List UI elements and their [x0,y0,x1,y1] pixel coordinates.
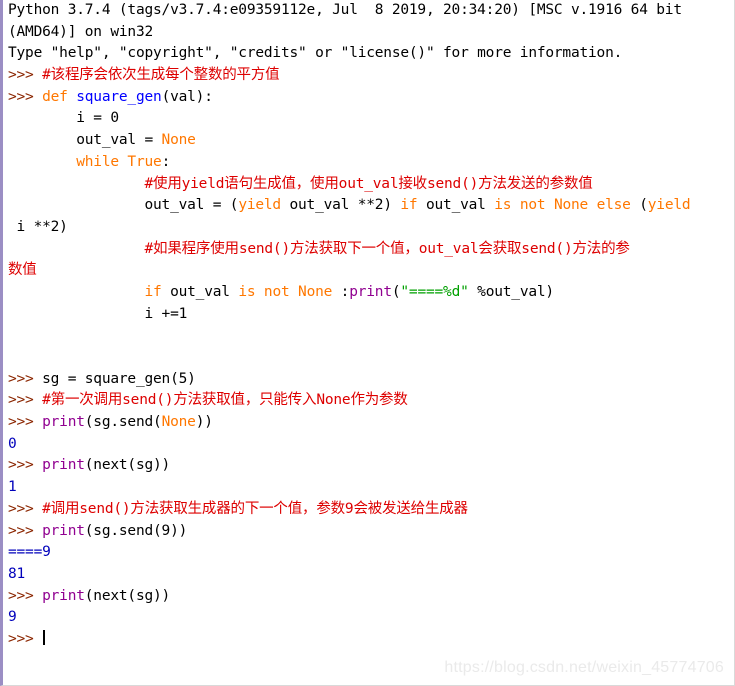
token-plain: : [332,283,350,300]
token-comment: #第一次调用send()方法获取值，只能传入None作为参数 [42,392,408,409]
token-keyword: is not None [238,283,333,300]
token-builtin: print [42,587,85,604]
token-builtin: print [42,522,85,539]
token-output: 1 [8,479,17,496]
input-i-increment: i +=1 [3,304,734,326]
token-plain: out_val **2) [280,197,401,214]
token-keyword: None [161,132,196,149]
token-plain: i +=1 [8,305,188,322]
input-def-square-gen: >>> def square_gen(val): [3,87,734,109]
input-print-next-2: >>> print(next(sg)) [3,586,734,608]
token-output: ====9 [8,544,51,561]
token-prompt: >>> [8,370,43,387]
token-output: 81 [8,565,26,582]
token-string: "====%d" [400,283,469,300]
token-builtin: print [42,414,85,431]
token-plain: Python 3.7.4 (tags/v3.7.4:e09359112e, Ju… [8,2,682,18]
token-plain: (next(sg)) [84,587,171,604]
input-comment-intro: >>> #该程序会依次生成每个整数的平方值 [3,65,734,87]
token-prompt: >>> [8,88,43,105]
input-comment-send-nine: >>> #调用send()方法获取生成器的下一个值，参数9会被发送给生成器 [3,499,734,521]
token-prompt: >>> [8,587,43,604]
token-comment: 数值 [8,262,37,279]
python-shell-window[interactable]: Python 3.7.4 (tags/v3.7.4:e09359112e, Ju… [0,0,735,686]
token-prompt: >>> [8,67,43,84]
input-if-print: if out_val is not None :print("====%d" %… [3,282,734,304]
output-eightyone: 81 [3,564,734,586]
text-cursor [43,629,46,645]
token-prompt: >>> [8,414,43,431]
token-comment: #使用yield语句生成值，使用out_val接收send()方法发送的参数值 [144,175,593,192]
token-plain: out_val = ( [8,197,239,214]
token-comment: #该程序会依次生成每个整数的平方值 [42,67,280,84]
token-keyword: while True [76,153,162,170]
token-plain: %out_val) [468,283,554,300]
token-keyword: None [161,414,196,431]
token-plain: )) [195,414,213,431]
token-prompt: >>> [8,522,43,539]
output-zero: 0 [3,434,734,456]
token-prompt: >>> [8,500,43,517]
token-keyword: def [42,88,68,105]
input-print-send-none: >>> print(sg.send(None)) [3,412,734,434]
input-sg-assign: >>> sg = square_gen(5) [3,369,734,391]
output-nine: 9 [3,607,734,629]
token-keyword: if [144,283,162,300]
token-plain: (val): [161,88,213,105]
token-keyword: yield [238,197,281,214]
token-builtin: print [42,457,85,474]
token-prompt: >>> [8,392,43,409]
input-i-init: i = 0 [3,108,734,130]
token-plain: out_val [417,197,495,214]
token-plain: (AMD64)] on win32 [8,23,154,40]
token-plain: : [161,153,171,170]
input-comment-send: #如果程序使用send()方法获取下一个值，out_val会获取send()方法… [3,239,734,261]
input-yield-expression: out_val = (yield out_val **2) if out_val… [3,195,734,217]
input-comment-first-send: >>> #第一次调用send()方法获取值，只能传入None作为参数 [3,390,734,412]
input-print-next-1: >>> print(next(sg)) [3,455,734,477]
shell-transcript[interactable]: Python 3.7.4 (tags/v3.7.4:e09359112e, Ju… [3,0,734,651]
token-prompt: >>> [8,457,43,474]
input-while-true: while True: [3,152,734,174]
token-plain: out_val = [8,132,162,149]
input-outval-init: out_val = None [3,130,734,152]
token-plain: (next(sg)) [84,457,171,474]
output-equals-nine: ====9 [3,542,734,564]
banner-line-3: Type "help", "copyright", "credits" or "… [3,43,734,65]
token-plain: out_val [161,283,239,300]
watermark-text: https://blog.csdn.net/weixin_45774706 [444,659,724,676]
token-keyword: yield [647,197,691,214]
token-plain: sg = square_gen(5) [42,370,196,387]
token-plain: ( [630,197,648,214]
input-comment-yield: #使用yield语句生成值，使用out_val接收send()方法发送的参数值 [3,174,734,196]
token-output: 9 [8,609,17,626]
input-print-send-nine: >>> print(sg.send(9)) [3,521,734,543]
input-comment-send-wrap: 数值 [3,260,734,282]
banner-line-2: (AMD64)] on win32 [3,22,734,44]
token-defname: square_gen [76,88,162,105]
token-keyword: is not None else [494,197,631,214]
token-keyword: if [400,197,418,214]
token-builtin: print [349,283,392,300]
input-yield-expression-wrap: i **2) [3,217,734,239]
input-active-prompt: >>> [3,629,734,651]
token-comment: #如果程序使用send()方法获取下一个值，out_val会获取send()方法… [144,240,630,257]
token-plain: (sg.send(9)) [84,522,188,539]
token-output: 0 [8,435,17,452]
token-plain: (sg.send( [84,414,162,431]
token-plain: i = 0 [8,110,119,127]
token-comment: #调用send()方法获取生成器的下一个值，参数9会被发送给生成器 [42,500,468,517]
banner-line-1: Python 3.7.4 (tags/v3.7.4:e09359112e, Ju… [3,0,734,22]
token-plain: Type "help", "copyright", "credits" or "… [8,45,623,62]
token-plain: i **2) [8,218,68,235]
token-prompt: >>> [8,630,43,647]
output-one: 1 [3,477,734,499]
